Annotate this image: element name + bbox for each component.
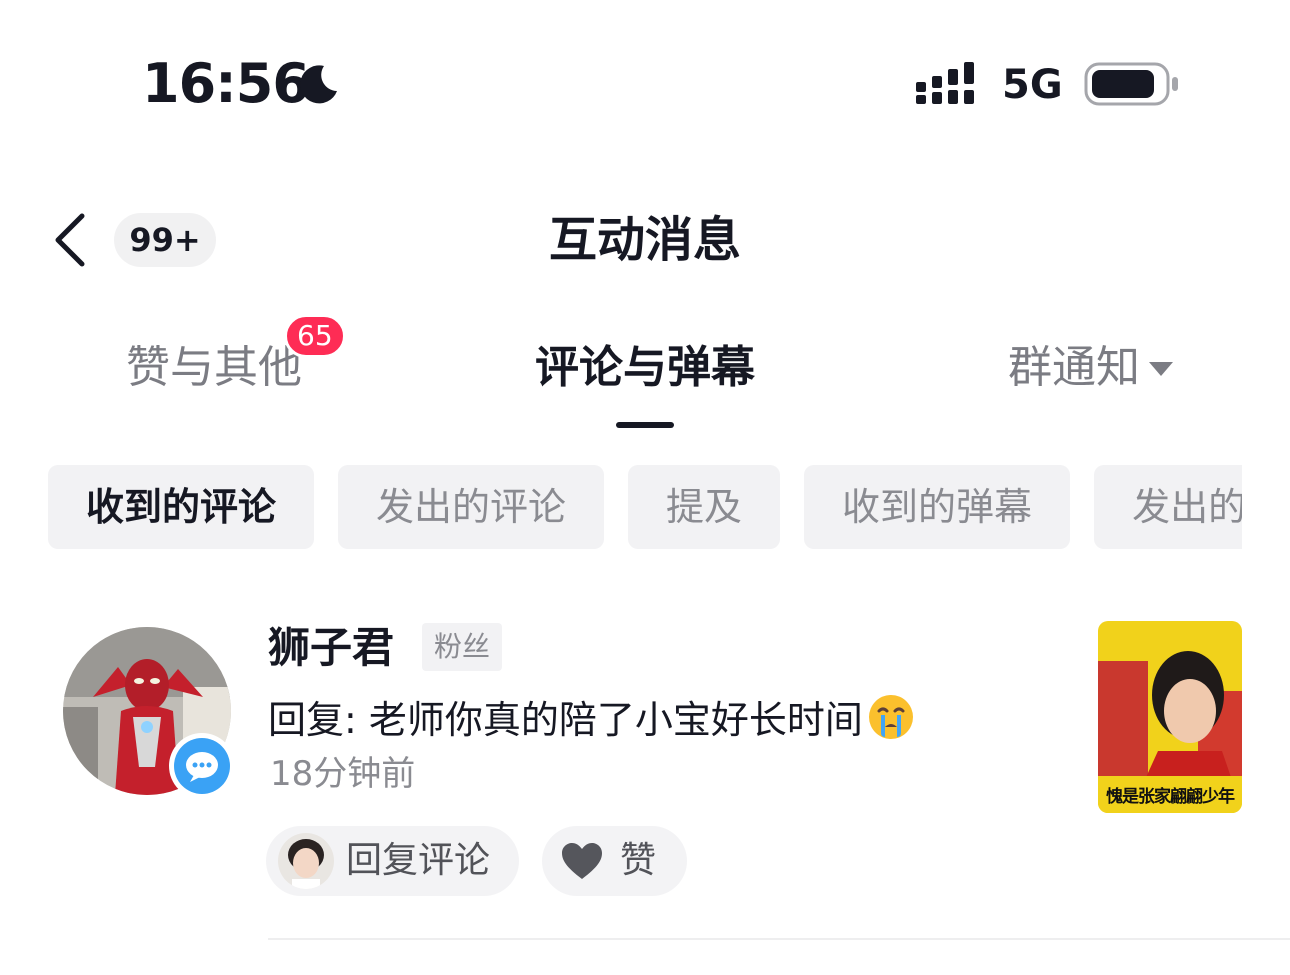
network-type: 5G: [1002, 62, 1063, 108]
chip-received-comments[interactable]: 收到的评论: [48, 465, 315, 549]
comment-text: 回复: 老师你真的陪了小宝好长时间: [268, 698, 863, 742]
page-title: 互动消息: [548, 212, 741, 268]
filter-chips: 收到的评论 发出的评论 提及 收到的弹幕 发出的弹幕: [48, 465, 1242, 549]
like-button[interactable]: 赞: [542, 826, 687, 896]
my-avatar: [278, 833, 334, 889]
chip-received-danmaku[interactable]: 收到的弹幕: [804, 465, 1071, 549]
tab-comments-label: 评论与弹幕: [535, 342, 755, 393]
thumbnail-caption: 愧是张家翩翩少年: [1106, 787, 1235, 807]
reply-comment-button[interactable]: 回复评论: [266, 826, 519, 896]
chip-sent-comments[interactable]: 发出的评论: [338, 465, 605, 549]
crying-face-emoji: [868, 695, 913, 739]
chat-bubble-icon: [174, 738, 230, 794]
status-time: 16:56: [142, 52, 310, 115]
video-thumbnail[interactable]: 愧是张家翩翩少年: [1098, 621, 1242, 813]
signal-icon: [916, 62, 974, 104]
moon-icon: [300, 65, 337, 104]
chip-sent-danmaku[interactable]: 发出的弹幕: [1094, 465, 1242, 549]
battery-icon: [1084, 62, 1178, 106]
caret-down-icon[interactable]: [1148, 360, 1174, 378]
fan-tag: 粉丝: [422, 623, 503, 671]
item-divider: [268, 938, 1290, 940]
tab-group-notifications[interactable]: 群通知: [1008, 340, 1140, 396]
active-tab-indicator: [616, 422, 674, 428]
like-label: 赞: [620, 840, 657, 881]
reply-label: 回复评论: [346, 840, 491, 881]
comment-type-badge: [169, 733, 235, 799]
comment-username[interactable]: 狮子君: [268, 620, 394, 676]
comment-content[interactable]: 回复: 老师你真的陪了小宝好长时间: [268, 692, 915, 748]
comment-timestamp: 18分钟前: [270, 754, 416, 794]
chip-mentions[interactable]: 提及: [628, 465, 781, 549]
heart-icon: [562, 843, 602, 879]
